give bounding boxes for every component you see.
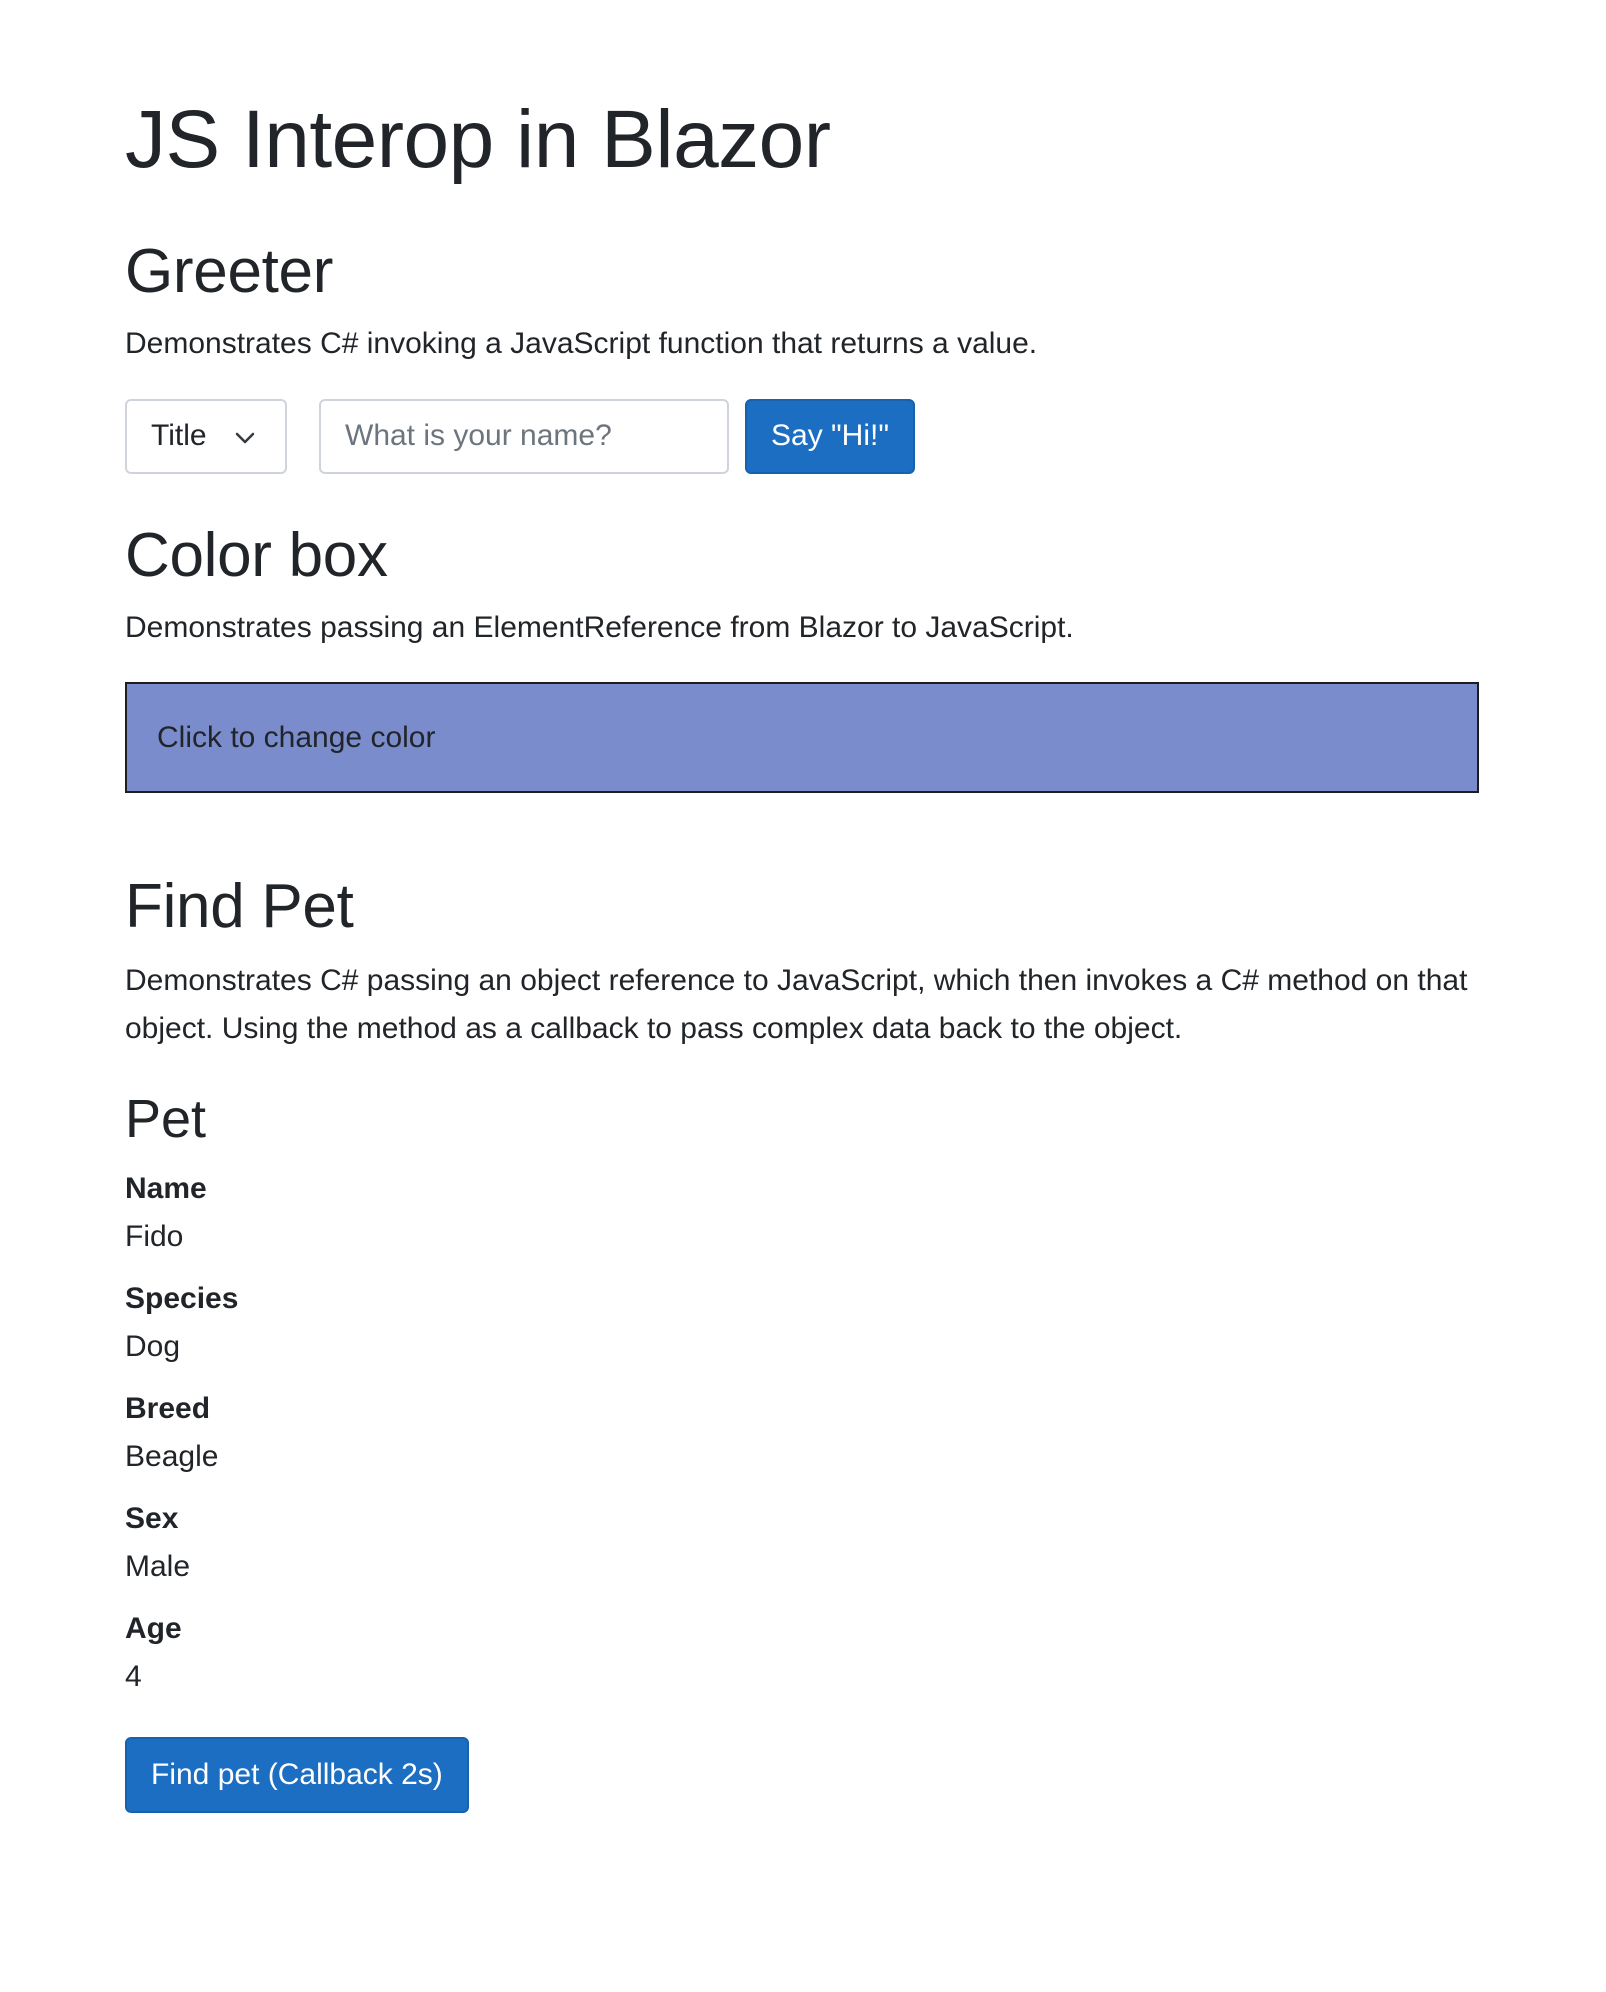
color-box-section: Color box Demonstrates passing an Elemen… <box>125 520 1481 793</box>
pet-field-name: Name Fido <box>125 1165 1481 1261</box>
find-pet-description: Demonstrates C# passing an object refere… <box>125 964 1468 1045</box>
greeter-controls: Title Say "Hi!" <box>125 398 1481 474</box>
pet-field-label: Breed <box>125 1392 211 1425</box>
pet-field-value: Beagle <box>125 1440 219 1473</box>
pet-field-value: Dog <box>125 1330 181 1363</box>
pet-field-sex: Sex Male <box>125 1495 1481 1591</box>
pet-field-age: Age 4 <box>125 1605 1481 1701</box>
pet-field-species: Species Dog <box>125 1275 1481 1371</box>
page-title: JS Interop in Blazor <box>125 94 831 185</box>
pet-field-label: Name <box>125 1172 207 1205</box>
title-select[interactable]: Title <box>125 398 287 474</box>
title-select-value: Title <box>151 419 207 452</box>
greeter-description: Demonstrates C# invoking a JavaScript fu… <box>125 327 1038 360</box>
color-box-text: Click to change color <box>157 720 436 754</box>
name-input[interactable] <box>319 398 729 474</box>
chevron-down-icon <box>233 424 257 448</box>
color-box-description: Demonstrates passing an ElementReference… <box>125 611 1074 644</box>
pet-field-value: Fido <box>125 1220 184 1253</box>
find-pet-button[interactable]: Find pet (Callback 2s) <box>125 1737 469 1813</box>
greeter-heading: Greeter <box>125 237 334 306</box>
pet-field-value: Male <box>125 1550 191 1583</box>
color-box[interactable]: Click to change color <box>125 682 1479 793</box>
pet-field-label: Age <box>125 1612 182 1645</box>
pet-heading: Pet <box>125 1089 207 1149</box>
pet-field-label: Sex <box>125 1502 179 1535</box>
find-pet-heading: Find Pet <box>125 872 354 941</box>
pet-field-label: Species <box>125 1282 239 1315</box>
pet-details: Name Fido Species Dog Breed Beagle Sex M… <box>125 1165 1481 1701</box>
pet-field-value: 4 <box>125 1660 142 1693</box>
greeter-section: Greeter Demonstrates C# invoking a JavaS… <box>125 236 1481 474</box>
page: JS Interop in Blazor Greeter Demonstrate… <box>0 0 1606 1992</box>
find-pet-section: Find Pet Demonstrates C# passing an obje… <box>125 871 1481 1813</box>
pet-field-breed: Breed Beagle <box>125 1385 1481 1481</box>
color-box-heading: Color box <box>125 521 388 590</box>
say-hi-button[interactable]: Say "Hi!" <box>745 398 915 474</box>
